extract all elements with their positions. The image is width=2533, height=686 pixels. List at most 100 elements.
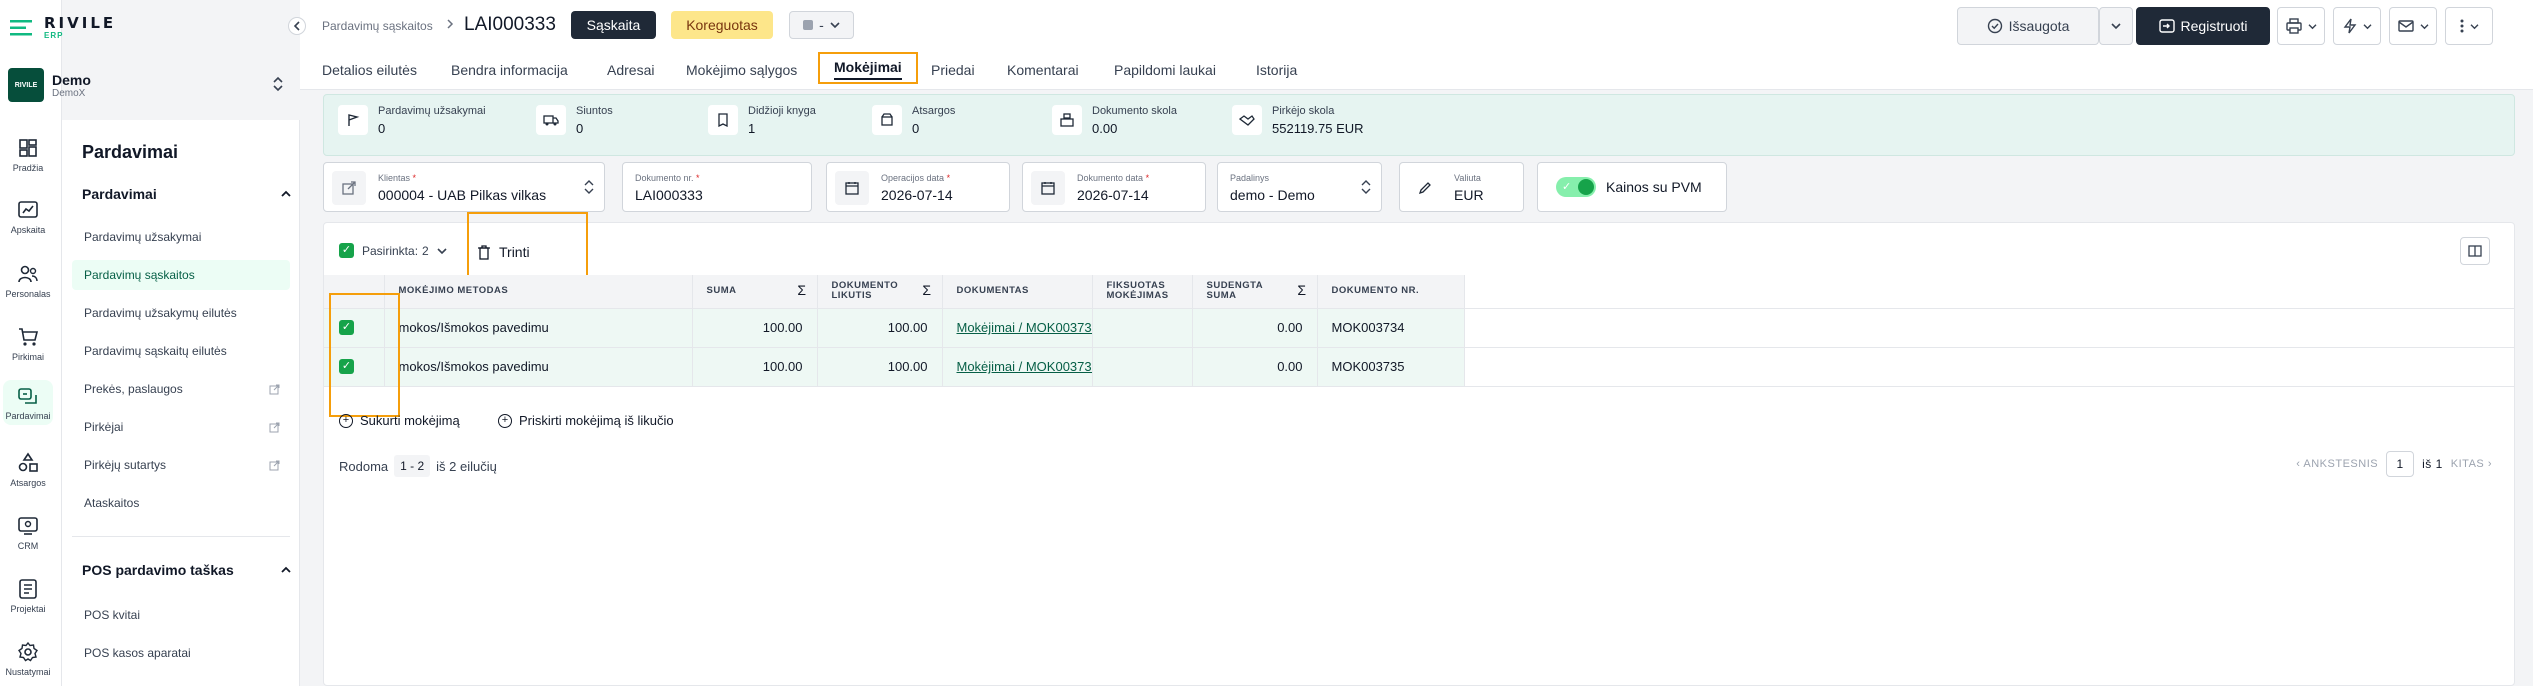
select-all-checkbox[interactable]: ✓	[339, 243, 354, 258]
sidebar-item-pos-registers[interactable]: POS kasos aparatai	[72, 638, 290, 668]
rivile-logo[interactable]: RIVILE ERP	[8, 14, 168, 42]
breadcrumb[interactable]: Pardavimų sąskaitos	[322, 19, 433, 33]
column-header-method[interactable]: MOKĖJIMO METODAS	[384, 275, 693, 309]
saved-button[interactable]: Išsaugota	[1957, 7, 2099, 45]
column-header-settled-amount[interactable]: SUDENGTA SUMA Σ	[1192, 275, 1318, 309]
chevron-up-icon	[281, 566, 291, 573]
summary-document-debt[interactable]: Dokumento skola 0.00	[1052, 105, 1177, 136]
shown-of: iš 2 eilučių	[436, 458, 497, 474]
sidebar-section-pos[interactable]: POS pardavimo taškas	[82, 562, 292, 578]
create-payment-button[interactable]: + Sukurti mokėjimą	[339, 413, 460, 428]
document-link[interactable]: Mokėjimai / MOK003734	[942, 308, 1093, 348]
column-header-doc-number[interactable]: DOKUMENTO NR.	[1317, 275, 1465, 309]
vat-toggle-switch[interactable]: ✓	[1556, 177, 1596, 197]
tab-general-info[interactable]: Bendra informacija	[451, 58, 568, 82]
selection-bar[interactable]: ✓ Pasirinkta: 2	[339, 243, 447, 258]
sum-icon[interactable]: Σ	[1297, 283, 1306, 297]
company-selector[interactable]: RIVILE Demo DemoX	[8, 68, 293, 102]
sidebar-item-sales-invoice-lines[interactable]: Pardavimų sąskaitų eilutės	[72, 336, 290, 366]
table-row[interactable]: ✓ mokos/Išmokos pavedimu 100.00 100.00 M…	[324, 347, 2514, 387]
client-field[interactable]: Klientas * 000004 - UAB Pilkas vilkas	[323, 162, 605, 212]
email-menu-button[interactable]	[2389, 7, 2437, 45]
sidebar-item-goods-services[interactable]: Prekės, paslaugos	[72, 374, 290, 404]
currency-field[interactable]: Valiuta EUR	[1399, 162, 1524, 212]
more-menu-button[interactable]	[2445, 7, 2493, 45]
tab-history[interactable]: Istorija	[1256, 58, 1297, 82]
tab-payment-terms[interactable]: Mokėjimo sąlygos	[686, 58, 797, 82]
client-value: 000004 - UAB Pilkas vilkas	[378, 187, 547, 203]
save-options-button[interactable]	[2099, 7, 2133, 45]
tab-extra-fields[interactable]: Papildomi laukai	[1114, 58, 1216, 82]
rail-item-home[interactable]: Pradžia	[0, 136, 56, 173]
rail-item-settings[interactable]: Nustatymai	[0, 640, 56, 677]
summary-sales-orders[interactable]: Pardavimų užsakymai 0	[338, 105, 486, 136]
rail-item-accounting[interactable]: Apskaita	[0, 198, 56, 235]
column-header-amount[interactable]: SUMA Σ	[692, 275, 818, 309]
shapes-icon	[18, 452, 38, 472]
sidebar-item-buyer-contracts[interactable]: Pirkėjų sutartys	[72, 450, 290, 480]
pencil-icon[interactable]	[1408, 171, 1442, 205]
rail-item-sales[interactable]: Pardavimai	[3, 380, 53, 425]
print-menu-button[interactable]	[2277, 7, 2325, 45]
tab-comments[interactable]: Komentarai	[1007, 58, 1079, 82]
summary-shipments[interactable]: Siuntos 0	[536, 105, 613, 136]
calendar-icon[interactable]	[835, 171, 869, 205]
sidebar-item-sales-order-lines[interactable]: Pardavimų užsakymų eilutės	[72, 298, 290, 328]
division-field[interactable]: Padalinys demo - Demo	[1217, 162, 1382, 212]
sum-icon[interactable]: Σ	[922, 283, 931, 297]
sum-icon[interactable]: Σ	[797, 283, 806, 297]
document-header: Pardavimų sąskaitos LAI000333 Sąskaita K…	[300, 0, 2533, 52]
sidebar-item-sales-invoices[interactable]: Pardavimų sąskaitos	[72, 260, 290, 290]
chevron-down-icon[interactable]	[437, 247, 447, 255]
sidebar-section-sales[interactable]: Pardavimai	[82, 186, 292, 202]
document-date-field[interactable]: Dokumento data * 2026-07-14	[1022, 162, 1206, 212]
rail-item-purchases[interactable]: Pirkimai	[0, 325, 56, 362]
operation-date-field[interactable]: Operacijos data * 2026-07-14	[826, 162, 1010, 212]
status-select[interactable]: -	[789, 11, 854, 39]
lightning-icon	[2343, 18, 2356, 34]
summary-inventory[interactable]: Atsargos 0	[872, 105, 955, 136]
tab-detail-lines[interactable]: Detalios eilutės	[322, 58, 417, 82]
actions-menu-button[interactable]	[2333, 7, 2381, 45]
document-number: LAI000333	[464, 14, 556, 35]
column-header-doc-balance[interactable]: DOKUMENTO LIKUTIS Σ	[817, 275, 943, 309]
document-number-field[interactable]: Dokumento nr. * LAI000333	[622, 162, 812, 212]
open-link-icon[interactable]	[332, 171, 366, 205]
assign-payment-button[interactable]: + Priskirti mokėjimą iš likučio	[498, 413, 674, 428]
table-row[interactable]: ✓ mokos/Išmokos pavedimu 100.00 100.00 M…	[324, 308, 2514, 348]
method-cell: mokos/Išmokos pavedimu	[384, 308, 693, 348]
rail-item-crm[interactable]: CRM	[0, 514, 56, 551]
column-header-document[interactable]: DOKUMENTAS	[942, 275, 1093, 309]
collapse-sidebar-button[interactable]	[288, 17, 306, 35]
tab-addresses[interactable]: Adresai	[607, 58, 654, 82]
previous-page-button[interactable]: ‹ ANKSTESNIS	[2296, 458, 2378, 470]
document-type-badge: Sąskaita	[571, 11, 656, 39]
summary-general-ledger[interactable]: Didžioji knyga 1	[708, 105, 816, 136]
fixed-cell	[1092, 308, 1193, 348]
sidebar-item-label: POS kvitai	[84, 608, 141, 622]
external-link-icon	[269, 422, 280, 432]
menu-icon[interactable]	[8, 14, 38, 42]
sidebar-item-pos-receipts[interactable]: POS kvitai	[72, 600, 290, 630]
rail-item-personnel[interactable]: Personalas	[0, 262, 56, 299]
shown-range: 1 - 2	[394, 455, 431, 477]
page-input[interactable]: 1	[2386, 451, 2415, 477]
assign-payment-label: Priskirti mokėjimą iš likučio	[519, 413, 674, 428]
rail-item-inventory[interactable]: Atsargos	[0, 451, 56, 488]
ledger-icon	[708, 105, 738, 135]
summary-label: Didžioji knyga	[748, 105, 816, 117]
column-header-fixed-payment[interactable]: FIKSUOTAS MOKĖJIMAS	[1092, 275, 1193, 309]
tab-attachments[interactable]: Priedai	[931, 58, 975, 82]
columns-toggle-button[interactable]	[2460, 237, 2490, 265]
vat-toggle-field[interactable]: ✓ Kainos su PVM	[1537, 162, 1727, 212]
next-page-button[interactable]: KITAS ›	[2451, 458, 2492, 470]
rail-item-projects[interactable]: Projektai	[0, 577, 56, 614]
sidebar-item-sales-orders[interactable]: Pardavimų užsakymai	[72, 222, 290, 252]
register-button[interactable]: Registruoti	[2136, 7, 2270, 45]
sidebar-item-label: Prekės, paslaugos	[84, 382, 183, 396]
calendar-icon[interactable]	[1031, 171, 1065, 205]
sidebar-item-buyers[interactable]: Pirkėjai	[72, 412, 290, 442]
document-link[interactable]: Mokėjimai / MOK003735	[942, 347, 1093, 387]
summary-buyer-debt[interactable]: Pirkėjo skola 552119.75 EUR	[1232, 105, 1364, 136]
sidebar-item-reports[interactable]: Ataskaitos	[72, 488, 290, 518]
